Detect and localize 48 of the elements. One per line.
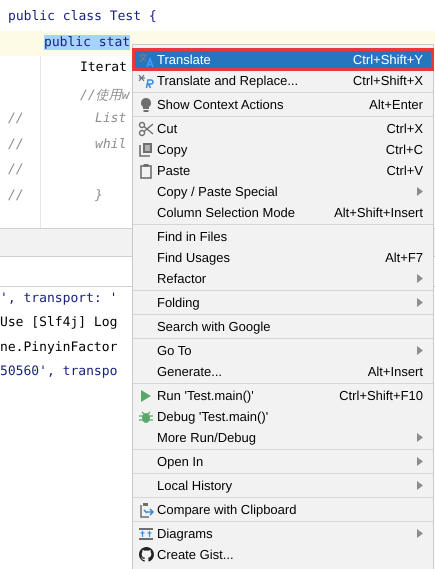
- menu-item[interactable]: Search with Google: [133, 316, 433, 337]
- bug-icon: [139, 410, 153, 424]
- menu-item[interactable]: Generate... Alt+Insert: [133, 361, 433, 382]
- menu-item[interactable]: Local History: [133, 475, 433, 496]
- comment-marker: //: [8, 188, 24, 202]
- play-icon: [140, 388, 152, 402]
- copy-icon: [139, 142, 153, 157]
- comment-marker: //: [8, 162, 24, 177]
- code-line: }: [95, 188, 103, 202]
- comment-marker: //: [8, 111, 24, 126]
- code-line: public class Test {: [8, 9, 157, 24]
- menu-item[interactable]: More Run/Debug: [133, 427, 433, 448]
- menu-item[interactable]: Column Selection Mode Alt+Shift+Insert: [133, 202, 433, 223]
- menu-item[interactable]: Translate and Replace... Ctrl+Shift+X: [133, 70, 433, 91]
- menu-item[interactable]: Run 'Test.main()' Ctrl+Shift+F10: [133, 385, 433, 406]
- code-line: whil: [95, 136, 126, 152]
- menu-item[interactable]: Copy / Paste Special: [133, 181, 433, 202]
- diagram-icon: [138, 526, 154, 540]
- comment-marker: //: [8, 136, 24, 152]
- console-line: 50560', transpo: [0, 364, 118, 380]
- menu-item[interactable]: Refactor: [133, 268, 433, 289]
- compare-icon: [138, 502, 154, 518]
- menu-item[interactable]: Paste Ctrl+V: [133, 160, 433, 181]
- translate-icon: [138, 72, 154, 88]
- code-line: List: [95, 111, 126, 126]
- menu-item[interactable]: Cut Ctrl+X: [133, 118, 433, 139]
- menu-item[interactable]: Translate Ctrl+Shift+Y: [133, 49, 433, 70]
- menu-item[interactable]: Copy Ctrl+C: [133, 139, 433, 160]
- octocat-icon: [138, 547, 154, 562]
- scissors-icon: [138, 120, 154, 136]
- code-line: Iterat: [80, 60, 127, 75]
- menu-item[interactable]: Show Context Actions Alt+Enter: [133, 94, 433, 115]
- selected-code: public stat: [44, 34, 130, 50]
- menu-item[interactable]: Create Gist...: [133, 544, 433, 565]
- menu-item[interactable]: Compare with Clipboard: [133, 499, 433, 520]
- code-line: //使用w: [80, 88, 130, 102]
- translate-icon: [138, 52, 154, 68]
- lightbulb-icon: [140, 96, 152, 112]
- console-line: Use [Slf4j] Log: [0, 315, 118, 330]
- menu-item[interactable]: Diagrams: [133, 523, 433, 544]
- menu-item[interactable]: Find Usages Alt+F7: [133, 247, 433, 268]
- menu-item[interactable]: Debug 'Test.main()': [133, 406, 433, 427]
- menu-item[interactable]: Open In: [133, 451, 433, 472]
- console-line: ne.PinyinFactor: [0, 340, 118, 355]
- menu-item[interactable]: Folding: [133, 292, 433, 313]
- console-line: ', transport: ': [0, 291, 118, 306]
- clipboard-icon: [140, 162, 152, 178]
- menu-item[interactable]: Go To: [133, 340, 433, 361]
